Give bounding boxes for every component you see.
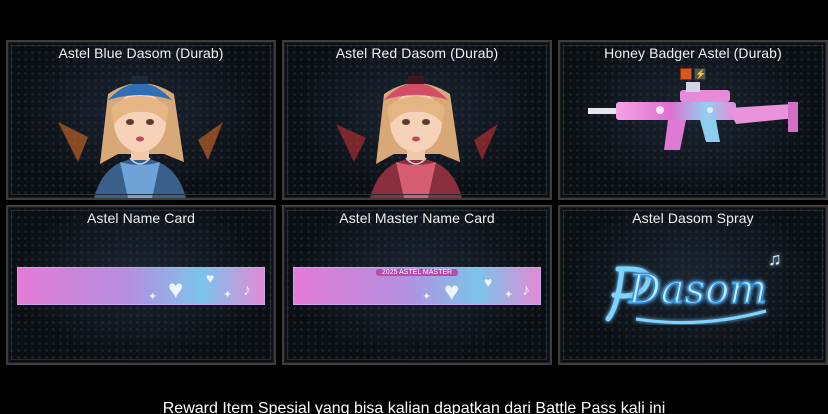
master-name-card-banner: 2025 ASTEL MASTER ♥ ♥ ✦ ♪ ✦: [293, 267, 541, 305]
top-cropped-text: [260, 0, 460, 4]
reward-card-dasom-spray: Astel Dasom Spray Dasom ♫: [558, 205, 828, 365]
card-title: Astel Name Card: [86, 210, 196, 226]
banner-tag: 2025 ASTEL MASTER: [375, 269, 459, 276]
character-red-dasom-image: [336, 76, 498, 198]
music-note-icon: ♪: [522, 282, 530, 299]
heart-icon: ♥: [206, 270, 215, 286]
sparkle-icon: ✦: [422, 291, 432, 303]
heart-icon: ♥: [168, 274, 184, 304]
name-card-banner: ♥ ♥ ✦ ♪ ✦: [17, 267, 265, 305]
reward-card-honey-badger: Honey Badger Astel (Durab) ⚡: [558, 40, 828, 200]
honey-badger-rifle-image: [588, 82, 798, 150]
card-title: Astel Master Name Card: [339, 210, 495, 226]
reward-card-blue-dasom: Astel Blue Dasom (Durab): [6, 40, 276, 200]
sparkle-icon: ✦: [504, 289, 514, 301]
reward-grid: Astel Blue Dasom (Durab) Astel Red Dasom…: [6, 40, 828, 365]
character-blue-dasom-image: [58, 76, 223, 198]
heart-icon: ♥: [484, 274, 493, 290]
sparkle-icon: ✦: [148, 291, 158, 303]
reward-card-name-card: Astel Name Card ♥ ♥ ✦ ♪ ✦: [6, 205, 276, 365]
heart-icon: ♥: [444, 276, 460, 305]
sparkle-icon: ✦: [223, 289, 233, 301]
reward-card-master-name-card: Astel Master Name Card 2025 ASTEL MASTER…: [282, 205, 552, 365]
music-note-icon: ♪: [243, 282, 251, 299]
dasom-spray-image: Dasom ♫: [605, 249, 782, 325]
spray-text: Dasom: [628, 267, 767, 313]
caption-subtitle: Reward Item Spesial yang bisa kalian dap…: [162, 400, 666, 414]
reward-card-red-dasom: Astel Red Dasom (Durab): [282, 40, 552, 200]
svg-text:♫: ♫: [768, 249, 782, 269]
